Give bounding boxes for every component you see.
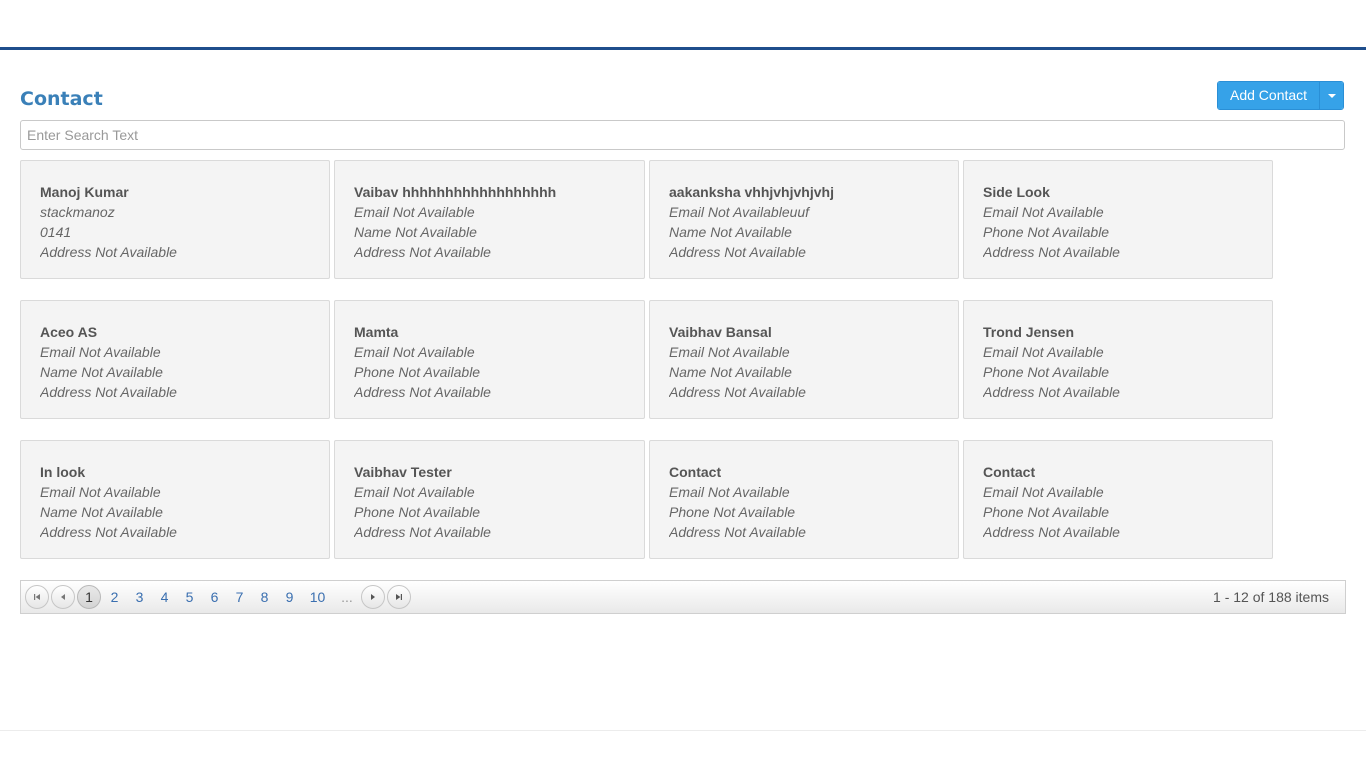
contact-phone: Phone Not Available: [983, 224, 1110, 240]
contact-phone: Phone Not Available: [983, 504, 1110, 520]
contact-address: Address Not Available: [354, 384, 491, 400]
contact-phone: Name Not Available: [40, 364, 163, 380]
prev-page-button[interactable]: [51, 585, 75, 609]
contact-name: Side Look: [983, 184, 1050, 200]
contact-name: In look: [40, 464, 86, 480]
contact-email: Email Not Available: [40, 344, 161, 360]
contact-email: Email Not Available: [983, 484, 1104, 500]
contact-email: Email Not Available: [40, 484, 161, 500]
contact-address: Address Not Available: [354, 244, 491, 260]
contact-email: Email Not Available: [354, 484, 475, 500]
last-page-button[interactable]: [387, 585, 411, 609]
caret-down-icon: [1327, 93, 1336, 98]
contact-address: Address Not Available: [983, 244, 1120, 260]
contact-card[interactable]: Trond Jensen Email Not Available Phone N…: [963, 300, 1273, 419]
add-contact-split-button: Add Contact: [1217, 81, 1345, 110]
contact-card[interactable]: aakanksha vhhjvhjvhjvhj Email Not Availa…: [649, 160, 959, 279]
contact-card[interactable]: Contact Email Not Available Phone Not Av…: [649, 440, 959, 559]
contact-card[interactable]: Aceo AS Email Not Available Name Not Ava…: [20, 300, 330, 419]
contact-phone: Name Not Available: [354, 224, 477, 240]
contact-email: Email Not Available: [669, 344, 790, 360]
contact-email: Email Not Available: [354, 204, 475, 220]
contact-phone: Phone Not Available: [983, 364, 1110, 380]
contact-name: Contact: [669, 464, 722, 480]
page-10[interactable]: 10: [302, 585, 333, 609]
contact-address: Address Not Available: [983, 384, 1120, 400]
contact-card[interactable]: In look Email Not Available Name Not Ava…: [20, 440, 330, 559]
add-contact-button[interactable]: Add Contact: [1218, 82, 1320, 109]
add-contact-dropdown-toggle[interactable]: [1319, 82, 1344, 109]
page-7[interactable]: 7: [227, 585, 252, 609]
contact-phone: Name Not Available: [40, 504, 163, 520]
contact-card[interactable]: Contact Email Not Available Phone Not Av…: [963, 440, 1273, 559]
search-input[interactable]: [20, 120, 1345, 150]
contact-name: Vaibhav Tester: [354, 464, 452, 480]
contact-email: Email Not Available: [983, 344, 1104, 360]
next-page-button[interactable]: [361, 585, 385, 609]
contact-card[interactable]: Side Look Email Not Available Phone Not …: [963, 160, 1273, 279]
page-9[interactable]: 9: [277, 585, 302, 609]
contact-address: Address Not Available: [40, 244, 177, 260]
contact-card[interactable]: Vaibav hhhhhhhhhhhhhhhhhh Email Not Avai…: [334, 160, 645, 279]
contact-card[interactable]: Vaibhav Bansal Email Not Available Name …: [649, 300, 959, 419]
page-5[interactable]: 5: [177, 585, 202, 609]
contact-email: Email Not Available: [354, 344, 475, 360]
contact-card[interactable]: Mamta Email Not Available Phone Not Avai…: [334, 300, 645, 419]
arrow-right-icon: [371, 594, 375, 600]
footer: [0, 730, 1366, 768]
contact-name: Aceo AS: [40, 324, 98, 340]
contact-address: Address Not Available: [669, 384, 806, 400]
contact-name: Vaibhav Bansal: [669, 324, 772, 340]
contact-address: Address Not Available: [669, 244, 806, 260]
contact-email: Email Not Availableuuf: [669, 204, 810, 220]
contact-address: Address Not Available: [40, 384, 177, 400]
contact-name: Contact: [983, 464, 1036, 480]
page-3[interactable]: 3: [127, 585, 152, 609]
contact-phone: 0141: [40, 224, 72, 240]
contact-name: Manoj Kumar: [40, 184, 129, 200]
contact-name: Vaibav hhhhhhhhhhhhhhhhhh: [354, 184, 557, 200]
pagination-bar: 1 2 3 4 5 6 7 8 9 10 ... 1 - 12 of 188 i…: [20, 580, 1346, 614]
contact-phone: Phone Not Available: [669, 504, 796, 520]
page-4[interactable]: 4: [152, 585, 177, 609]
contact-address: Address Not Available: [40, 524, 177, 540]
page-6[interactable]: 6: [202, 585, 227, 609]
more-pages[interactable]: ...: [333, 585, 361, 609]
contact-card[interactable]: Manoj Kumar stackmanoz 0141 Address Not …: [20, 160, 330, 279]
page-2[interactable]: 2: [102, 585, 127, 609]
seek-last-icon: [396, 594, 402, 600]
top-bar: [0, 0, 1366, 50]
seek-first-icon: [34, 594, 40, 600]
contact-name: Mamta: [354, 324, 399, 340]
pager-info: 1 - 12 of 188 items: [1213, 589, 1329, 605]
contact-email: Email Not Available: [669, 484, 790, 500]
contact-card[interactable]: Vaibhav Tester Email Not Available Phone…: [334, 440, 645, 559]
contact-grid: Manoj Kumar stackmanoz 0141 Address Not …: [20, 160, 1274, 559]
contact-email: stackmanoz: [40, 204, 115, 220]
page-1[interactable]: 1: [77, 585, 101, 609]
contact-address: Address Not Available: [354, 524, 491, 540]
contact-email: Email Not Available: [983, 204, 1104, 220]
contact-address: Address Not Available: [983, 524, 1120, 540]
contact-phone: Name Not Available: [669, 364, 792, 380]
page-title: Contact: [20, 88, 103, 110]
contact-name: aakanksha vhhjvhjvhjvhj: [669, 184, 834, 200]
page-8[interactable]: 8: [252, 585, 277, 609]
arrow-left-icon: [61, 594, 65, 600]
contact-phone: Phone Not Available: [354, 364, 481, 380]
contact-phone: Phone Not Available: [354, 504, 481, 520]
contact-phone: Name Not Available: [669, 224, 792, 240]
first-page-button[interactable]: [25, 585, 49, 609]
contact-address: Address Not Available: [669, 524, 806, 540]
contact-name: Trond Jensen: [983, 324, 1075, 340]
